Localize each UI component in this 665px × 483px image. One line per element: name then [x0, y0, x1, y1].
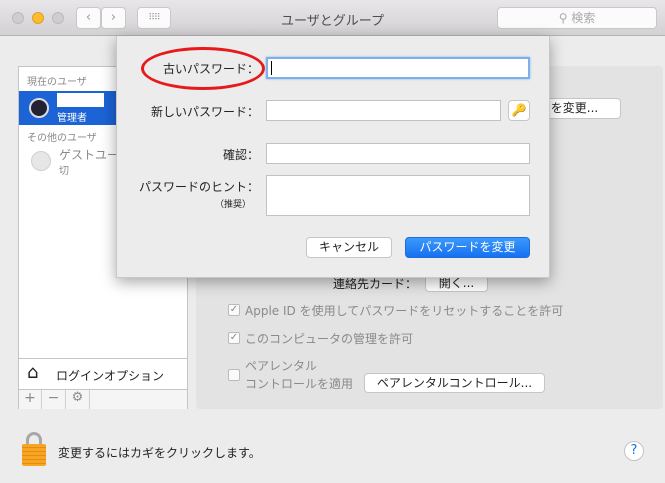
- remove-user-button[interactable]: −: [42, 390, 66, 409]
- change-password-confirm-button[interactable]: パスワードを変更: [405, 237, 530, 258]
- parental-controls-checkbox[interactable]: [228, 369, 240, 381]
- new-password-input[interactable]: [266, 100, 501, 121]
- lock-text: 変更するにはカギをクリックします。: [58, 446, 261, 460]
- gear-icon[interactable]: ⚙: [66, 390, 90, 409]
- avatar: [29, 98, 49, 118]
- cancel-button[interactable]: キャンセル: [306, 237, 392, 258]
- add-user-button[interactable]: +: [19, 390, 42, 409]
- hint-label: パスワードのヒント：: [138, 180, 259, 194]
- change-password-sheet: 古いパスワード： 新しいパスワード： 🔑 確認： パスワードのヒント： （推奨）…: [116, 36, 550, 278]
- user-name: [57, 93, 104, 107]
- apple-id-reset-checkbox[interactable]: ✓: [228, 304, 240, 316]
- other-users-header: その他のユーザ: [27, 133, 97, 144]
- search-input[interactable]: ⚲ 検索: [497, 7, 657, 29]
- current-users-header: 現在のユーザ: [27, 77, 87, 88]
- login-options-label: ログインオプション: [56, 369, 165, 383]
- user-role: 管理者: [57, 113, 87, 124]
- list-toolbar: + − ⚙: [19, 389, 187, 409]
- apple-id-reset-label: Apple ID を使用してパスワードをリセットすることを許可: [245, 304, 564, 318]
- search-placeholder: 検索: [571, 11, 596, 25]
- verify-label: 確認：: [222, 148, 259, 162]
- house-icon: ⌂: [27, 362, 39, 383]
- search-icon: ⚲: [558, 11, 572, 25]
- lock-icon[interactable]: [22, 432, 46, 466]
- admin-checkbox[interactable]: ✓: [228, 332, 240, 344]
- old-password-input[interactable]: [266, 57, 530, 79]
- hint-sublabel: （推奨）: [214, 200, 251, 210]
- parental-controls-button[interactable]: ペアレンタルコントロール...: [364, 373, 545, 393]
- old-password-label: 古いパスワード：: [162, 62, 259, 76]
- password-assistant-key-icon[interactable]: 🔑: [508, 100, 530, 121]
- guest-name: ゲストユー: [59, 148, 120, 162]
- title-bar: ‹ › ⠿⠿ ユーザとグループ ⚲ 検索: [0, 0, 665, 36]
- hint-input[interactable]: [266, 175, 530, 216]
- guest-avatar-icon: [31, 151, 51, 171]
- guest-status: 切: [59, 166, 69, 177]
- parental-label-line2: コントロールを適用: [245, 377, 354, 391]
- verify-input[interactable]: [266, 143, 530, 164]
- text-cursor: [271, 61, 272, 75]
- new-password-label: 新しいパスワード：: [150, 105, 259, 119]
- help-button[interactable]: ?: [624, 441, 644, 461]
- admin-label: このコンピュータの管理を許可: [245, 332, 414, 346]
- login-options-item[interactable]: ⌂ ログインオプション: [19, 358, 187, 389]
- parental-label-line1: ペアレンタル: [245, 359, 318, 373]
